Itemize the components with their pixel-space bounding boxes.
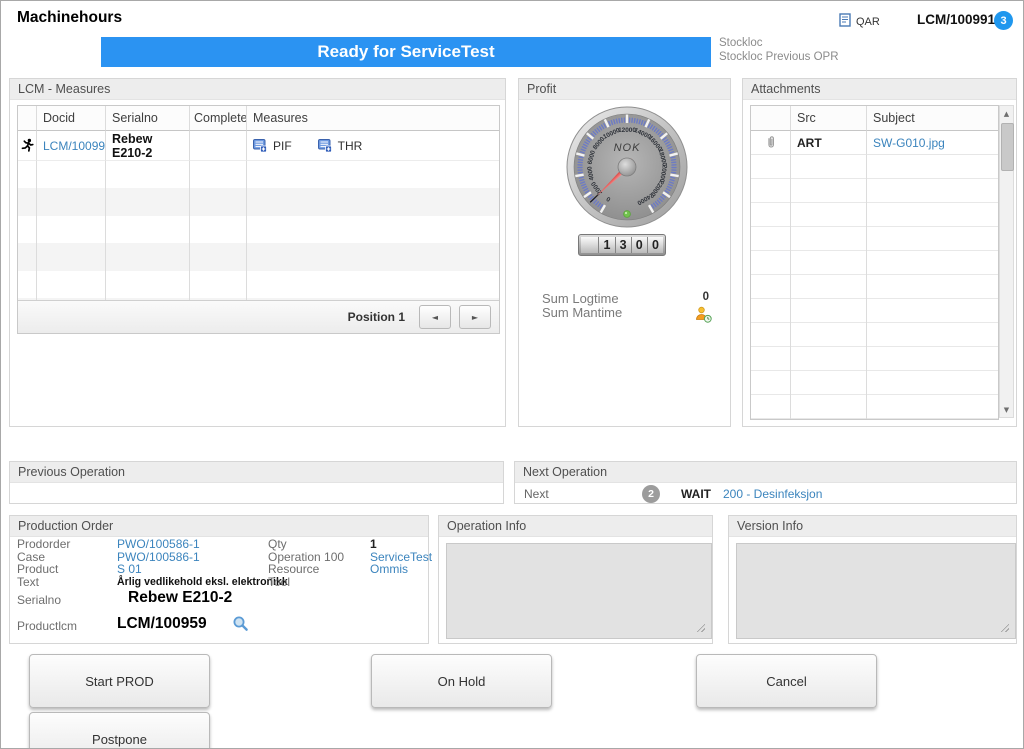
measures-table: Docid Serialno Complete Measures: [17, 105, 500, 334]
odometer-digit: [581, 237, 598, 253]
resource-link[interactable]: Ommis: [370, 562, 408, 576]
text-label: Text: [17, 575, 39, 589]
version-info-panel: Version Info: [728, 515, 1017, 644]
lcm-measures-title: LCM - Measures: [10, 79, 505, 100]
next-operation-badge: 2: [642, 485, 660, 503]
measures-row-measures: PIF THR: [247, 131, 499, 161]
stockloc-line1: Stockloc: [719, 36, 839, 50]
triangle-down-icon: ▼: [1004, 406, 1009, 414]
measures-row-docid: LCM/100991: [37, 131, 106, 161]
arrow-right-icon: ►: [472, 313, 478, 322]
sum-mantime-label: Sum Mantime: [542, 306, 622, 320]
text-value: Årlig vedlikehold eksl. elektronikk: [117, 576, 288, 588]
productlcm-value: LCM/100959: [117, 615, 207, 633]
measure-thr[interactable]: THR: [318, 139, 363, 153]
measures-table-footer: Position 1 ◄ ►: [18, 300, 499, 333]
col-measures: Measures: [247, 106, 499, 131]
scroll-up-button[interactable]: ▲: [1000, 106, 1013, 121]
attachment-row[interactable]: SW-G010.jpg: [867, 131, 998, 155]
attachments-scrollbar[interactable]: ▲ ▼: [999, 105, 1014, 418]
odometer-digit: 3: [615, 237, 631, 253]
col-rowicon: [18, 106, 37, 131]
position-prev-button[interactable]: ◄: [419, 305, 451, 329]
qar-label: QAR: [856, 16, 880, 28]
attachments-panel: Attachments Src Subject ART SW-G010.jpg: [742, 78, 1017, 427]
next-label: Next: [524, 487, 549, 501]
document-icon: [839, 13, 851, 30]
measures-row-serialno: Rebew E210-2: [106, 131, 190, 161]
attachment-subject-link[interactable]: SW-G010.jpg: [873, 136, 945, 150]
next-operation-title: Next Operation: [515, 462, 1016, 483]
production-order-title: Production Order: [10, 516, 428, 537]
next-operation-panel: Next Operation Next 2 WAIT 200 - Desinfe…: [514, 461, 1017, 504]
measure-thr-label: THR: [338, 139, 363, 153]
machinehours-screen: Machinehours QAR LCM/100991 3 Ready for …: [0, 0, 1024, 749]
col-complete: Complete: [190, 106, 247, 131]
scroll-down-button[interactable]: ▼: [1000, 402, 1013, 417]
lcm-measures-panel: LCM - Measures Docid Serialno Complete M…: [9, 78, 506, 427]
measure-pif-label: PIF: [273, 139, 292, 153]
odometer-digit: 0: [647, 237, 663, 253]
previous-operation-panel: Previous Operation: [9, 461, 504, 504]
header-doc-id: LCM/100991: [917, 12, 995, 27]
odometer-digit: 1: [598, 237, 614, 253]
measure-pif[interactable]: PIF: [253, 139, 292, 153]
odometer-digit: 0: [631, 237, 647, 253]
docid-link[interactable]: LCM/100991: [43, 139, 106, 153]
form-plus-icon: [253, 139, 267, 152]
position-label: Position 1: [348, 310, 405, 324]
col-docid: Docid: [37, 106, 106, 131]
production-order-panel: Production Order Prodorder PWO/100586-1 …: [9, 515, 429, 644]
next-operation-status: WAIT: [681, 487, 711, 501]
version-info-title: Version Info: [729, 516, 1016, 537]
qar-button[interactable]: QAR: [839, 13, 880, 30]
cancel-button[interactable]: Cancel: [696, 654, 877, 708]
on-hold-button[interactable]: On Hold: [371, 654, 552, 708]
tool-label: Tool: [268, 575, 290, 589]
sum-logtime-label: Sum Logtime: [542, 292, 622, 306]
operation-info-textarea[interactable]: [446, 543, 712, 639]
profit-panel: Profit 020004000600080001000012000140001…: [518, 78, 731, 427]
person-clock-icon[interactable]: [695, 306, 712, 328]
stockloc-info: Stockloc Stockloc Previous OPR: [719, 36, 839, 64]
version-info-textarea[interactable]: [736, 543, 1016, 639]
measures-row-complete: [190, 131, 247, 161]
product-link[interactable]: S 01: [117, 562, 142, 576]
triangle-up-icon: ▲: [1004, 110, 1009, 118]
serialno-value: Rebew E210-2: [128, 589, 232, 607]
header-count-badge: 3: [994, 11, 1013, 30]
sum-logtime-value: 0: [679, 291, 709, 303]
col-src: Src: [791, 106, 867, 131]
operation-info-panel: Operation Info: [438, 515, 713, 644]
stockloc-line2: Stockloc Previous OPR: [719, 50, 839, 64]
search-icon[interactable]: [232, 615, 249, 637]
postpone-button[interactable]: Postpone: [29, 712, 210, 749]
col-serialno: Serialno: [106, 106, 190, 131]
next-operation-link[interactable]: 200 - Desinfeksjon: [723, 487, 822, 501]
operation-info-title: Operation Info: [439, 516, 712, 537]
profit-gauge: 0200040006000800010000120001400016000180…: [519, 97, 732, 232]
col-subject: Subject: [867, 106, 998, 131]
form-plus-icon: [318, 139, 332, 152]
status-banner: Ready for ServiceTest: [101, 37, 711, 67]
svg-text:NOK: NOK: [614, 142, 641, 154]
paperclip-icon: [751, 131, 791, 155]
start-prod-button[interactable]: Start PROD: [29, 654, 210, 708]
profit-odometer: 1 3 0 0: [578, 234, 666, 256]
attachments-title: Attachments: [743, 79, 1016, 100]
col-clip: [751, 106, 791, 131]
running-man-icon: [18, 131, 37, 161]
productlcm-label: Productlcm: [17, 619, 77, 633]
attachment-src: ART: [791, 131, 867, 155]
page-title: Machinehours: [17, 9, 122, 27]
position-next-button[interactable]: ►: [459, 305, 491, 329]
scrollbar-thumb[interactable]: [1001, 123, 1014, 171]
previous-operation-title: Previous Operation: [10, 462, 503, 483]
attachments-table: Src Subject ART SW-G010.jpg: [750, 105, 999, 420]
serialno-label: Serialno: [17, 593, 61, 607]
arrow-left-icon: ◄: [432, 313, 438, 322]
